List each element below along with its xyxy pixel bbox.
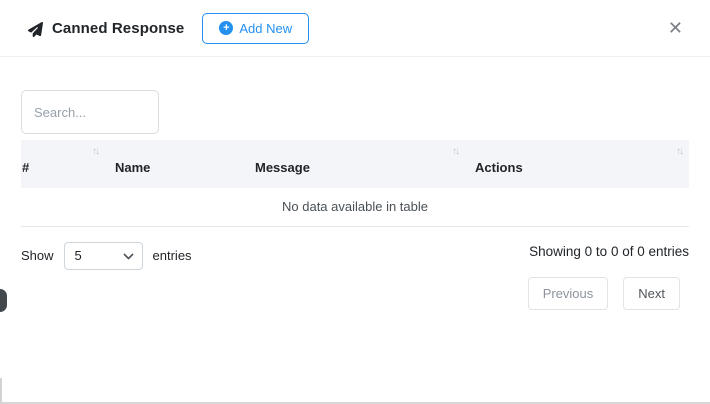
add-new-button[interactable]: + Add New — [202, 13, 309, 44]
send-icon — [28, 22, 43, 37]
sort-icon[interactable]: ↑↓ — [92, 146, 98, 157]
table-body: No data available in table — [21, 188, 689, 226]
canned-response-modal: Canned Response + Add New ✕ # ↑↓ Name — [0, 0, 710, 404]
show-label: Show — [21, 248, 54, 263]
sort-icon[interactable]: ↑↓ — [452, 146, 458, 157]
column-label: # — [22, 160, 29, 175]
next-button[interactable]: Next — [623, 277, 680, 310]
page-length-control: Show 5 entries — [21, 242, 192, 270]
column-label: Message — [255, 160, 310, 175]
previous-button[interactable]: Previous — [528, 277, 609, 310]
search-input[interactable] — [21, 90, 159, 134]
column-header-number[interactable]: # ↑↓ — [21, 140, 105, 188]
chat-widget-bump[interactable] — [0, 289, 7, 312]
modal-header: Canned Response + Add New ✕ — [0, 0, 710, 57]
modal-body: # ↑↓ Name Message ↑↓ Actions ↑↓ — [0, 57, 710, 310]
canned-response-table: # ↑↓ Name Message ↑↓ Actions ↑↓ — [21, 140, 689, 227]
entries-summary: Showing 0 to 0 of 0 entries — [529, 244, 689, 259]
page-length-select-wrap: 5 — [64, 242, 143, 270]
plus-circle-icon: + — [219, 21, 233, 35]
page-edge-sliver — [0, 378, 2, 402]
close-icon[interactable]: ✕ — [668, 19, 683, 37]
empty-row: No data available in table — [21, 188, 689, 226]
page-length-select[interactable]: 5 — [64, 242, 143, 270]
sort-icon[interactable]: ↑↓ — [676, 146, 682, 157]
add-new-label: Add New — [239, 21, 292, 36]
page-title: Canned Response — [52, 20, 184, 37]
table-footer: Show 5 entries Showing 0 to 0 of 0 entri… — [21, 242, 689, 270]
empty-message: No data available in table — [21, 188, 689, 226]
column-label: Name — [115, 160, 150, 175]
column-label: Actions — [475, 160, 523, 175]
entries-label: entries — [153, 248, 192, 263]
table-header-row: # ↑↓ Name Message ↑↓ Actions ↑↓ — [21, 140, 689, 188]
pagination: Previous Next — [21, 277, 689, 310]
column-header-actions[interactable]: Actions ↑↓ — [465, 140, 689, 188]
table-header: # ↑↓ Name Message ↑↓ Actions ↑↓ — [21, 140, 689, 188]
column-header-name[interactable]: Name — [105, 140, 245, 188]
column-header-message[interactable]: Message ↑↓ — [245, 140, 465, 188]
